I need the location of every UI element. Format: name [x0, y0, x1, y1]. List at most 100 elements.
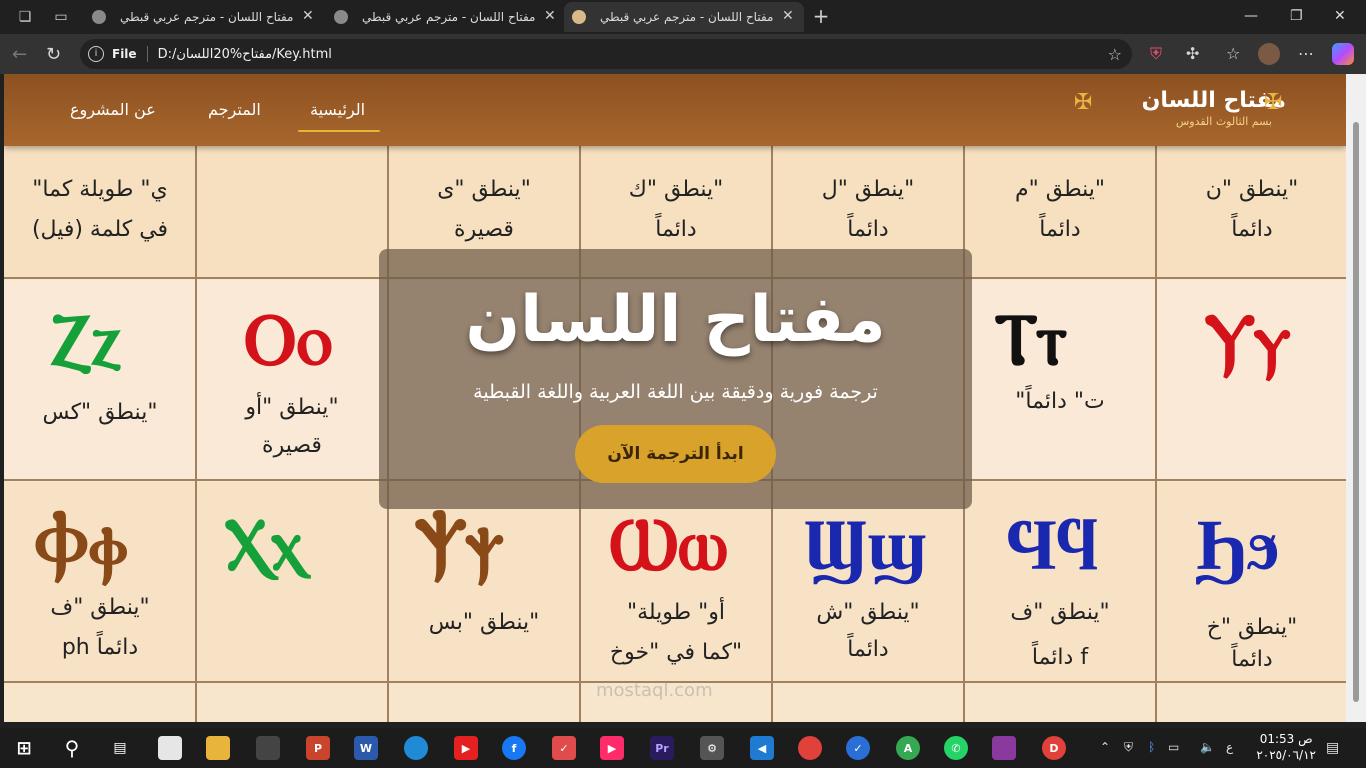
minimize-icon[interactable]: — — [1244, 8, 1258, 24]
tab-actions-icon[interactable]: ▭ — [50, 6, 72, 28]
windows-start-icon[interactable]: ⊞ — [12, 736, 36, 760]
svg-text:ينطق "م": ينطق "م" — [1015, 177, 1105, 202]
vscode-icon[interactable]: ◀ — [750, 736, 774, 760]
window-close-icon[interactable]: ✕ — [1334, 8, 1346, 24]
svg-text:ينطق "خ": ينطق "خ" — [1207, 615, 1298, 640]
winrar-icon[interactable] — [992, 736, 1016, 760]
close-icon[interactable]: ✕ — [302, 8, 314, 24]
tab-title: مفتاح اللسان - مترجم عربي قبطي — [120, 10, 294, 24]
restore-icon[interactable]: ❐ — [1290, 8, 1303, 24]
edge-browser-icon[interactable] — [404, 736, 428, 760]
nav-home-underline — [298, 130, 380, 132]
info-icon[interactable]: i — [88, 46, 104, 62]
nav-home[interactable]: الرئيسية — [310, 100, 365, 119]
bluetooth-icon[interactable]: ᛒ — [1148, 740, 1155, 754]
site-subtitle: بسم الثالوث القدوس — [1175, 115, 1272, 128]
nav-translator[interactable]: المترجم — [208, 100, 261, 119]
hero-panel: مفتاح اللسان ترجمة فورية ودقيقة بين اللغ… — [379, 249, 972, 509]
svg-text:قصيرة: قصيرة — [262, 433, 322, 458]
tab-title: مفتاح اللسان - مترجم عربي قبطي — [600, 10, 774, 24]
workspaces-icon[interactable]: ❏ — [14, 6, 36, 28]
svg-text:قصيرة: قصيرة — [454, 217, 514, 242]
security-icon[interactable]: ⛨ — [1124, 740, 1133, 755]
game-controller-icon[interactable]: ⚙ — [700, 736, 724, 760]
shield-extension-icon[interactable]: ⛨ — [1150, 44, 1162, 64]
calendar-app-icon[interactable] — [256, 736, 280, 760]
refresh-icon[interactable]: ↻ — [46, 44, 61, 65]
scheme-label: File — [112, 47, 137, 61]
svg-text:ينطق "ك": ينطق "ك" — [629, 177, 724, 202]
scrollbar-thumb[interactable] — [1353, 122, 1359, 702]
taskbar-clock[interactable]: 01:53 ص ٢٠٢٥/٠٦/١٢ — [1256, 731, 1316, 763]
svg-text:دائماً: دائماً — [1039, 212, 1081, 242]
premiere-icon[interactable]: Pr — [650, 736, 674, 760]
close-icon[interactable]: ✕ — [782, 8, 794, 24]
youtube-music-icon[interactable]: ▶ — [600, 736, 624, 760]
url-text[interactable]: D:/مفتاح%20اللسان/Key.html — [158, 47, 332, 62]
powerpoint-icon[interactable]: P — [306, 736, 330, 760]
svg-text:Ϧϧ: Ϧϧ — [1194, 501, 1279, 586]
tab-1[interactable]: مفتاح اللسان - مترجم عربي قبطي ✕ — [84, 2, 324, 32]
svg-text:ينطق "ى": ينطق "ى" — [437, 177, 531, 202]
svg-text:Ⲭⲭ: Ⲭⲭ — [224, 501, 312, 586]
page-scrollbar[interactable] — [1346, 74, 1366, 722]
clock-time: 01:53 ص — [1259, 732, 1313, 746]
chrome-profile-d-icon[interactable]: D — [1042, 736, 1066, 760]
network-icon[interactable]: ▭ — [1168, 740, 1179, 754]
task-view-icon[interactable]: ▤ — [108, 736, 132, 760]
site-header: ✠ مفتاح اللسان بسم الثالوث القدوس ✠ الرئ… — [4, 74, 1346, 146]
tab-3-active[interactable]: مفتاح اللسان - مترجم عربي قبطي ✕ — [564, 2, 804, 32]
todo-icon[interactable]: ✓ — [552, 736, 576, 760]
close-icon[interactable]: ✕ — [544, 8, 556, 24]
svg-text:Ⲩⲩ: Ⲩⲩ — [1204, 296, 1291, 382]
back-icon[interactable]: ← — [12, 44, 27, 65]
svg-text:دائماً: دائماً — [1231, 212, 1273, 242]
tab-favicon-icon — [572, 10, 586, 24]
svg-text:ph دائماً: ph دائماً — [62, 630, 138, 660]
copilot-icon[interactable] — [1332, 43, 1354, 65]
profile-avatar[interactable] — [1258, 43, 1280, 65]
divider — [146, 46, 148, 62]
word-icon[interactable]: W — [354, 736, 378, 760]
svg-text:Ⲍⲍ: Ⲍⲍ — [50, 296, 121, 381]
search-icon[interactable]: ⚲ — [60, 736, 84, 760]
svg-text:دائماً: دائماً — [655, 212, 697, 242]
svg-text:Ϥϥ: Ϥϥ — [1004, 501, 1098, 586]
file-explorer-icon[interactable] — [206, 736, 230, 760]
checkmark-app-icon[interactable]: ✓ — [846, 736, 870, 760]
facebook-icon[interactable]: f — [502, 736, 526, 760]
svg-text:Ⲯⲯ: Ⲯⲯ — [414, 501, 504, 587]
svg-text:Ϣϣ: Ϣϣ — [804, 501, 927, 586]
tab-favicon-icon — [92, 10, 106, 24]
favorites-icon[interactable]: ☆ — [1226, 44, 1240, 63]
mostaql-watermark: mostaql.com — [596, 680, 713, 701]
whatsapp-icon[interactable]: ✆ — [944, 736, 968, 760]
nav-about[interactable]: عن المشروع — [70, 100, 156, 119]
svg-text:كما في "خوخ": كما في "خوخ" — [610, 640, 742, 665]
favorite-star-icon[interactable]: ☆ — [1108, 45, 1122, 64]
svg-text:ينطق "ل": ينطق "ل" — [822, 177, 914, 202]
notification-icon[interactable]: ▤ — [1326, 740, 1339, 756]
file-icon[interactable] — [158, 736, 182, 760]
more-menu-icon[interactable]: ⋯ — [1298, 44, 1314, 63]
svg-text:Ⲧⲧ: Ⲧⲧ — [994, 296, 1067, 381]
tab-2[interactable]: مفتاح اللسان - مترجم عربي قبطي ✕ — [326, 2, 566, 32]
new-tab-button[interactable]: + — [810, 4, 832, 28]
youtube-icon[interactable]: ▶ — [454, 736, 478, 760]
web-page: Ⲩⲩ Ⲧⲧ Ⲍⲍ Ⲟⲟ Ⲫⲫ Ⲭⲭ Ⲯⲯ Ⲱⲱ Ϣϣ Ϥϥ Ϧϧ ينطق "ن… — [4, 74, 1346, 722]
svg-text:"ي" طويلة كما: "ي" طويلة كما — [32, 177, 167, 202]
chevron-up-icon[interactable]: ⌃ — [1100, 740, 1110, 754]
extensions-icon[interactable]: ✣ — [1186, 44, 1199, 63]
start-translation-button[interactable]: ابدأ الترجمة الآن — [575, 425, 776, 483]
svg-text:دائماً: دائماً — [847, 632, 889, 662]
tab-title: مفتاح اللسان - مترجم عربي قبطي — [362, 10, 536, 24]
input-language[interactable]: ع — [1226, 740, 1233, 754]
address-bar[interactable]: i File D:/مفتاح%20اللسان/Key.html ☆ — [80, 39, 1132, 69]
svg-text:ينطق "أو": ينطق "أو" — [244, 392, 338, 420]
chrome-profile-a-icon[interactable]: A — [896, 736, 920, 760]
clock-date: ٢٠٢٥/٠٦/١٢ — [1256, 748, 1316, 762]
cross-right-icon: ✠ — [1264, 90, 1283, 115]
windows-taskbar: ⊞ ⚲ ▤ P W ▶ f ✓ ▶ Pr ⚙ ◀ ✓ A ✆ D ⌃ ⛨ ᛒ ▭… — [0, 728, 1366, 768]
chrome-icon[interactable] — [798, 736, 822, 760]
volume-icon[interactable]: 🔈 — [1200, 740, 1215, 754]
